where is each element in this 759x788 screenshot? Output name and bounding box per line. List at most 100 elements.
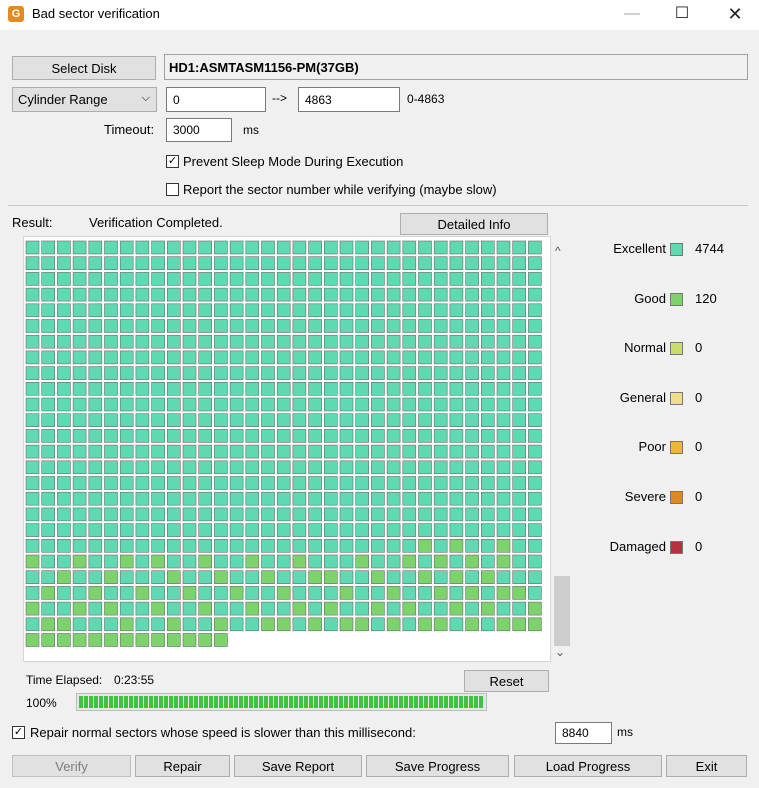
sector-block [104,256,118,271]
minimize-button[interactable]: — [609,0,655,30]
repair-threshold-input[interactable]: 8840 [555,722,612,744]
sector-block [261,397,275,412]
sector-block [25,382,40,396]
sector-block [151,476,165,490]
select-disk-button[interactable]: Select Disk [12,56,156,80]
range-mode-select[interactable]: Cylinder Range ⌵ [12,87,157,112]
range-to-input[interactable]: 4863 [298,87,400,112]
sector-block [72,382,87,396]
sector-block [402,334,417,349]
repair-normal-checkbox[interactable]: ✓ [12,726,25,739]
sector-block [151,633,165,647]
close-button[interactable]: ✕ [712,0,758,30]
sector-block [512,617,527,632]
sector-block [418,617,432,632]
sector-block [323,319,338,333]
sector-block [323,287,338,302]
detailed-info-button[interactable]: Detailed Info [400,213,548,235]
sector-block [119,460,134,475]
sector-block [465,413,479,427]
sector-block [245,429,260,443]
sector-block [276,413,291,427]
sector-block [402,397,417,412]
sector-block [198,444,212,459]
timeout-input[interactable]: 3000 [166,118,232,142]
load-progress-button[interactable]: Load Progress [514,755,662,777]
sector-block [229,586,244,600]
sector-block [402,476,417,490]
report-sector-label: Report the sector number while verifying… [183,182,497,197]
sector-block [198,570,212,585]
sector-block [229,491,244,506]
sector-block [119,350,134,365]
sector-block [182,240,197,255]
sector-block [182,413,197,427]
sector-block [528,319,542,333]
prevent-sleep-checkbox[interactable]: ✓ [166,155,179,168]
sector-block [245,319,260,333]
sector-block [339,429,354,443]
scrollbar-thumb[interactable] [554,576,570,646]
sector-block [119,586,134,600]
maximize-button[interactable]: ☐ [659,0,705,30]
sector-block [386,256,401,271]
save-report-button[interactable]: Save Report [234,755,362,777]
sector-block [182,617,197,632]
sector-block [433,554,448,569]
sector-block [88,491,103,506]
legend-label-normal: Normal [624,340,666,356]
sector-block [182,460,197,475]
sector-block [339,303,354,318]
sector-block [371,601,385,616]
verify-button[interactable]: Verify [12,755,131,777]
sector-block [276,429,291,443]
sector-block [496,538,511,553]
reset-button[interactable]: Reset [464,670,549,692]
sector-block [480,586,495,600]
sector-block [465,350,479,365]
exit-button[interactable]: Exit [666,755,747,777]
sector-block [386,382,401,396]
sector-block [308,256,322,271]
sector-block [214,570,228,585]
divider [8,205,748,206]
sector-block [465,287,479,302]
sector-block [276,444,291,459]
sector-block [261,256,275,271]
sector-block [104,413,118,427]
legend-label-severe: Severe [624,489,666,504]
sector-block [512,523,527,537]
sector-block [104,287,118,302]
range-from-input[interactable]: 0 [166,87,266,112]
progress-segment [134,696,138,708]
sector-block [119,272,134,286]
sector-block [355,554,370,569]
save-progress-button[interactable]: Save Progress [366,755,509,777]
sector-block [88,366,103,380]
sector-block [182,366,197,380]
sector-block [261,319,275,333]
progress-segment [424,696,428,708]
scroll-down-icon[interactable]: ⌄ [555,645,565,659]
report-sector-checkbox[interactable] [166,183,179,196]
sector-block [449,476,464,490]
progress-segment [399,696,403,708]
sector-block [57,617,71,632]
sector-block [449,413,464,427]
sector-block [151,429,165,443]
sector-block [229,382,244,396]
scroll-up-icon[interactable]: ^ [555,244,561,258]
progress-segment [459,696,463,708]
sector-block [135,382,150,396]
legend-label-excellent: Excellent [613,241,666,256]
sector-block [72,617,87,632]
sector-block [261,429,275,443]
sector-block [355,397,370,412]
sector-block [528,476,542,490]
sector-block [323,507,338,522]
sector-block [418,366,432,380]
repair-button[interactable]: Repair [135,755,230,777]
sector-block [323,570,338,585]
sector-block [167,523,181,537]
sector-block [214,287,228,302]
